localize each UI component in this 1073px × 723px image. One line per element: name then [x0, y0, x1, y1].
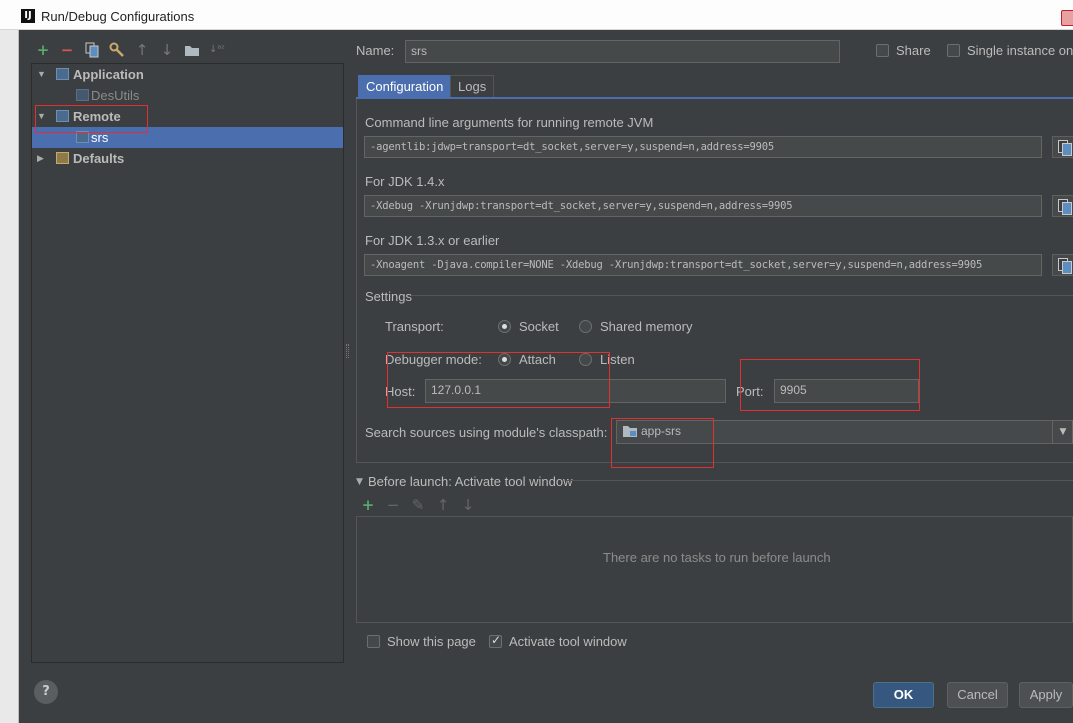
annotation-box-port: [740, 359, 920, 411]
cmdline-field[interactable]: -agentlib:jdwp=transport=dt_socket,serve…: [364, 136, 1042, 158]
help-icon[interactable]: ?: [34, 680, 58, 704]
jdk13-label: For JDK 1.3.x or earlier: [365, 233, 500, 248]
show-page-checkbox[interactable]: [367, 635, 380, 648]
defaults-wrench-icon: [56, 152, 69, 164]
remove-task-icon[interactable]: −: [385, 497, 401, 513]
classpath-label: Search sources using module's classpath:: [365, 425, 608, 440]
collapsed-arrow-icon[interactable]: ▶: [37, 148, 47, 169]
single-instance-label: Single instance only: [967, 43, 1073, 58]
tree-item-label: Application: [73, 67, 144, 82]
jdk13-field[interactable]: -Xnoagent -Djava.compiler=NONE -Xdebug -…: [364, 254, 1042, 276]
tab-configuration[interactable]: Configuration: [358, 75, 452, 98]
splitter-handle[interactable]: [346, 344, 349, 358]
tree-item-label: Defaults: [73, 151, 125, 166]
close-window-button[interactable]: [1061, 10, 1073, 26]
remove-icon[interactable]: −: [59, 42, 75, 58]
folder-icon[interactable]: [184, 42, 200, 58]
tree-item-defaults[interactable]: ▶ Defaults: [32, 148, 343, 169]
cancel-button[interactable]: Cancel: [947, 682, 1008, 708]
window-title: Run/Debug Configurations: [41, 9, 195, 24]
activate-tool-window-label: Activate tool window: [509, 634, 627, 649]
share-checkbox[interactable]: [876, 44, 889, 57]
activate-tool-window-checkbox[interactable]: [489, 633, 502, 648]
copy-cmdline-icon[interactable]: [1052, 136, 1073, 158]
transport-label: Transport:: [385, 319, 444, 334]
before-launch-task-list[interactable]: [356, 516, 1073, 623]
title-bar: IJ Run/Debug Configurations: [0, 0, 1073, 30]
single-instance-checkbox[interactable]: [947, 44, 960, 57]
application-config-icon: [76, 89, 89, 101]
configuration-tree[interactable]: ▼ Application DesUtils ▼ Remote srs ▶ De…: [31, 63, 344, 663]
intellij-app-icon: IJ: [21, 9, 35, 23]
tab-logs[interactable]: Logs: [450, 75, 495, 98]
add-icon[interactable]: +: [35, 42, 51, 58]
copy-jdk13-icon[interactable]: [1052, 254, 1073, 276]
application-icon: [56, 68, 69, 80]
add-task-icon[interactable]: +: [360, 497, 376, 513]
arrow-up-icon[interactable]: ↑: [134, 42, 150, 58]
annotation-box-remote: [35, 105, 148, 133]
ok-button[interactable]: OK: [873, 682, 934, 708]
tree-item-label: DesUtils: [91, 88, 140, 103]
name-input[interactable]: srs: [405, 40, 840, 63]
edit-task-icon[interactable]: ✎: [410, 497, 426, 513]
no-tasks-text: There are no tasks to run before launch: [603, 550, 831, 565]
collapse-arrow-icon[interactable]: ▼: [356, 477, 363, 487]
sort-icon[interactable]: ↓ᵃᶻ: [209, 42, 225, 58]
apply-button[interactable]: Apply: [1019, 682, 1073, 708]
copy-icon[interactable]: [84, 42, 100, 58]
chevron-down-icon[interactable]: ▼: [1052, 421, 1073, 443]
copy-jdk14-icon[interactable]: [1052, 195, 1073, 217]
tree-item-application[interactable]: ▼ Application: [32, 64, 343, 85]
move-down-icon[interactable]: ↓: [460, 497, 476, 513]
transport-socket-radio[interactable]: [498, 320, 511, 333]
name-label: Name:: [356, 43, 395, 58]
cmdline-label: Command line arguments for running remot…: [365, 115, 654, 130]
tree-item-desutils[interactable]: DesUtils: [32, 85, 343, 106]
expanded-arrow-icon[interactable]: ▼: [37, 64, 47, 85]
annotation-box-module: [611, 418, 714, 468]
background-window-strip: [0, 30, 19, 723]
arrow-down-icon[interactable]: ↓: [159, 42, 175, 58]
move-up-icon[interactable]: ↑: [435, 497, 451, 513]
jdk14-label: For JDK 1.4.x: [365, 174, 445, 189]
transport-shared-label: Shared memory: [600, 319, 693, 334]
settings-label: Settings: [365, 289, 412, 304]
share-label: Share: [896, 43, 931, 58]
wrench-icon[interactable]: [109, 42, 125, 58]
annotation-box-host: [387, 352, 610, 408]
show-page-label: Show this page: [387, 634, 476, 649]
transport-socket-label: Socket: [519, 319, 559, 334]
jdk14-field[interactable]: -Xdebug -Xrunjdwp:transport=dt_socket,se…: [364, 195, 1042, 217]
settings-divider: [412, 295, 1073, 296]
before-launch-divider: [566, 480, 1073, 481]
transport-shared-radio[interactable]: [579, 320, 592, 333]
before-launch-title: Before launch: Activate tool window: [368, 474, 573, 489]
